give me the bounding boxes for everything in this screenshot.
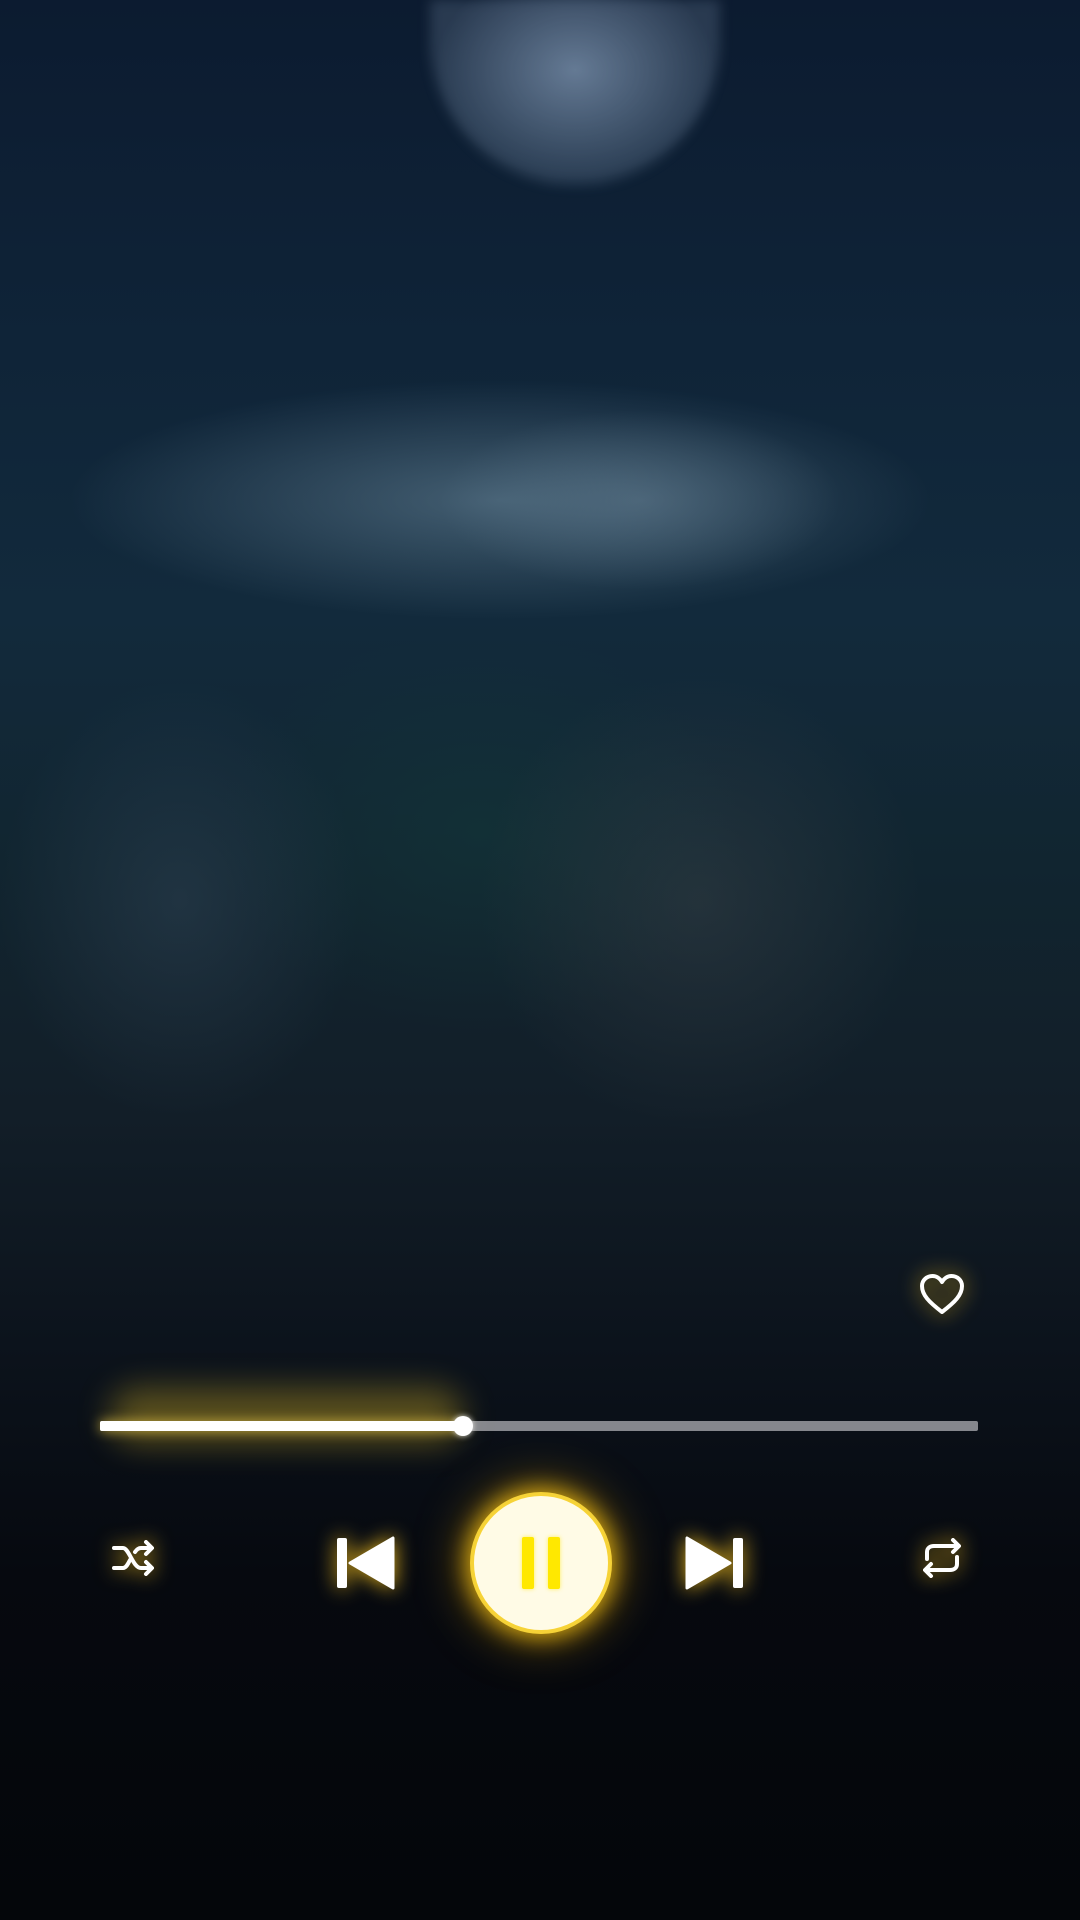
- repeat-icon: [923, 1538, 961, 1578]
- favorite-button[interactable]: [912, 1268, 972, 1320]
- seek-bar-progress: [100, 1421, 464, 1431]
- next-track-button[interactable]: [680, 1530, 750, 1596]
- repeat-button[interactable]: [912, 1530, 972, 1586]
- seek-bar-thumb[interactable]: [453, 1416, 474, 1436]
- pause-icon: [522, 1537, 560, 1589]
- player-screen: [0, 0, 1080, 1920]
- background-album-art-blur: [430, 0, 720, 185]
- heart-outline-icon: [920, 1274, 964, 1314]
- skip-previous-icon: [337, 1536, 395, 1590]
- pause-icon-bar-right: [548, 1537, 560, 1589]
- seek-bar[interactable]: [100, 1388, 978, 1444]
- previous-track-button[interactable]: [330, 1530, 400, 1596]
- skip-next-icon: [685, 1536, 743, 1590]
- play-pause-button[interactable]: [474, 1496, 608, 1630]
- pause-icon-bar-left: [522, 1537, 534, 1589]
- seek-bar-glow: [110, 1388, 464, 1444]
- shuffle-button[interactable]: [104, 1530, 164, 1586]
- shuffle-icon: [112, 1540, 154, 1576]
